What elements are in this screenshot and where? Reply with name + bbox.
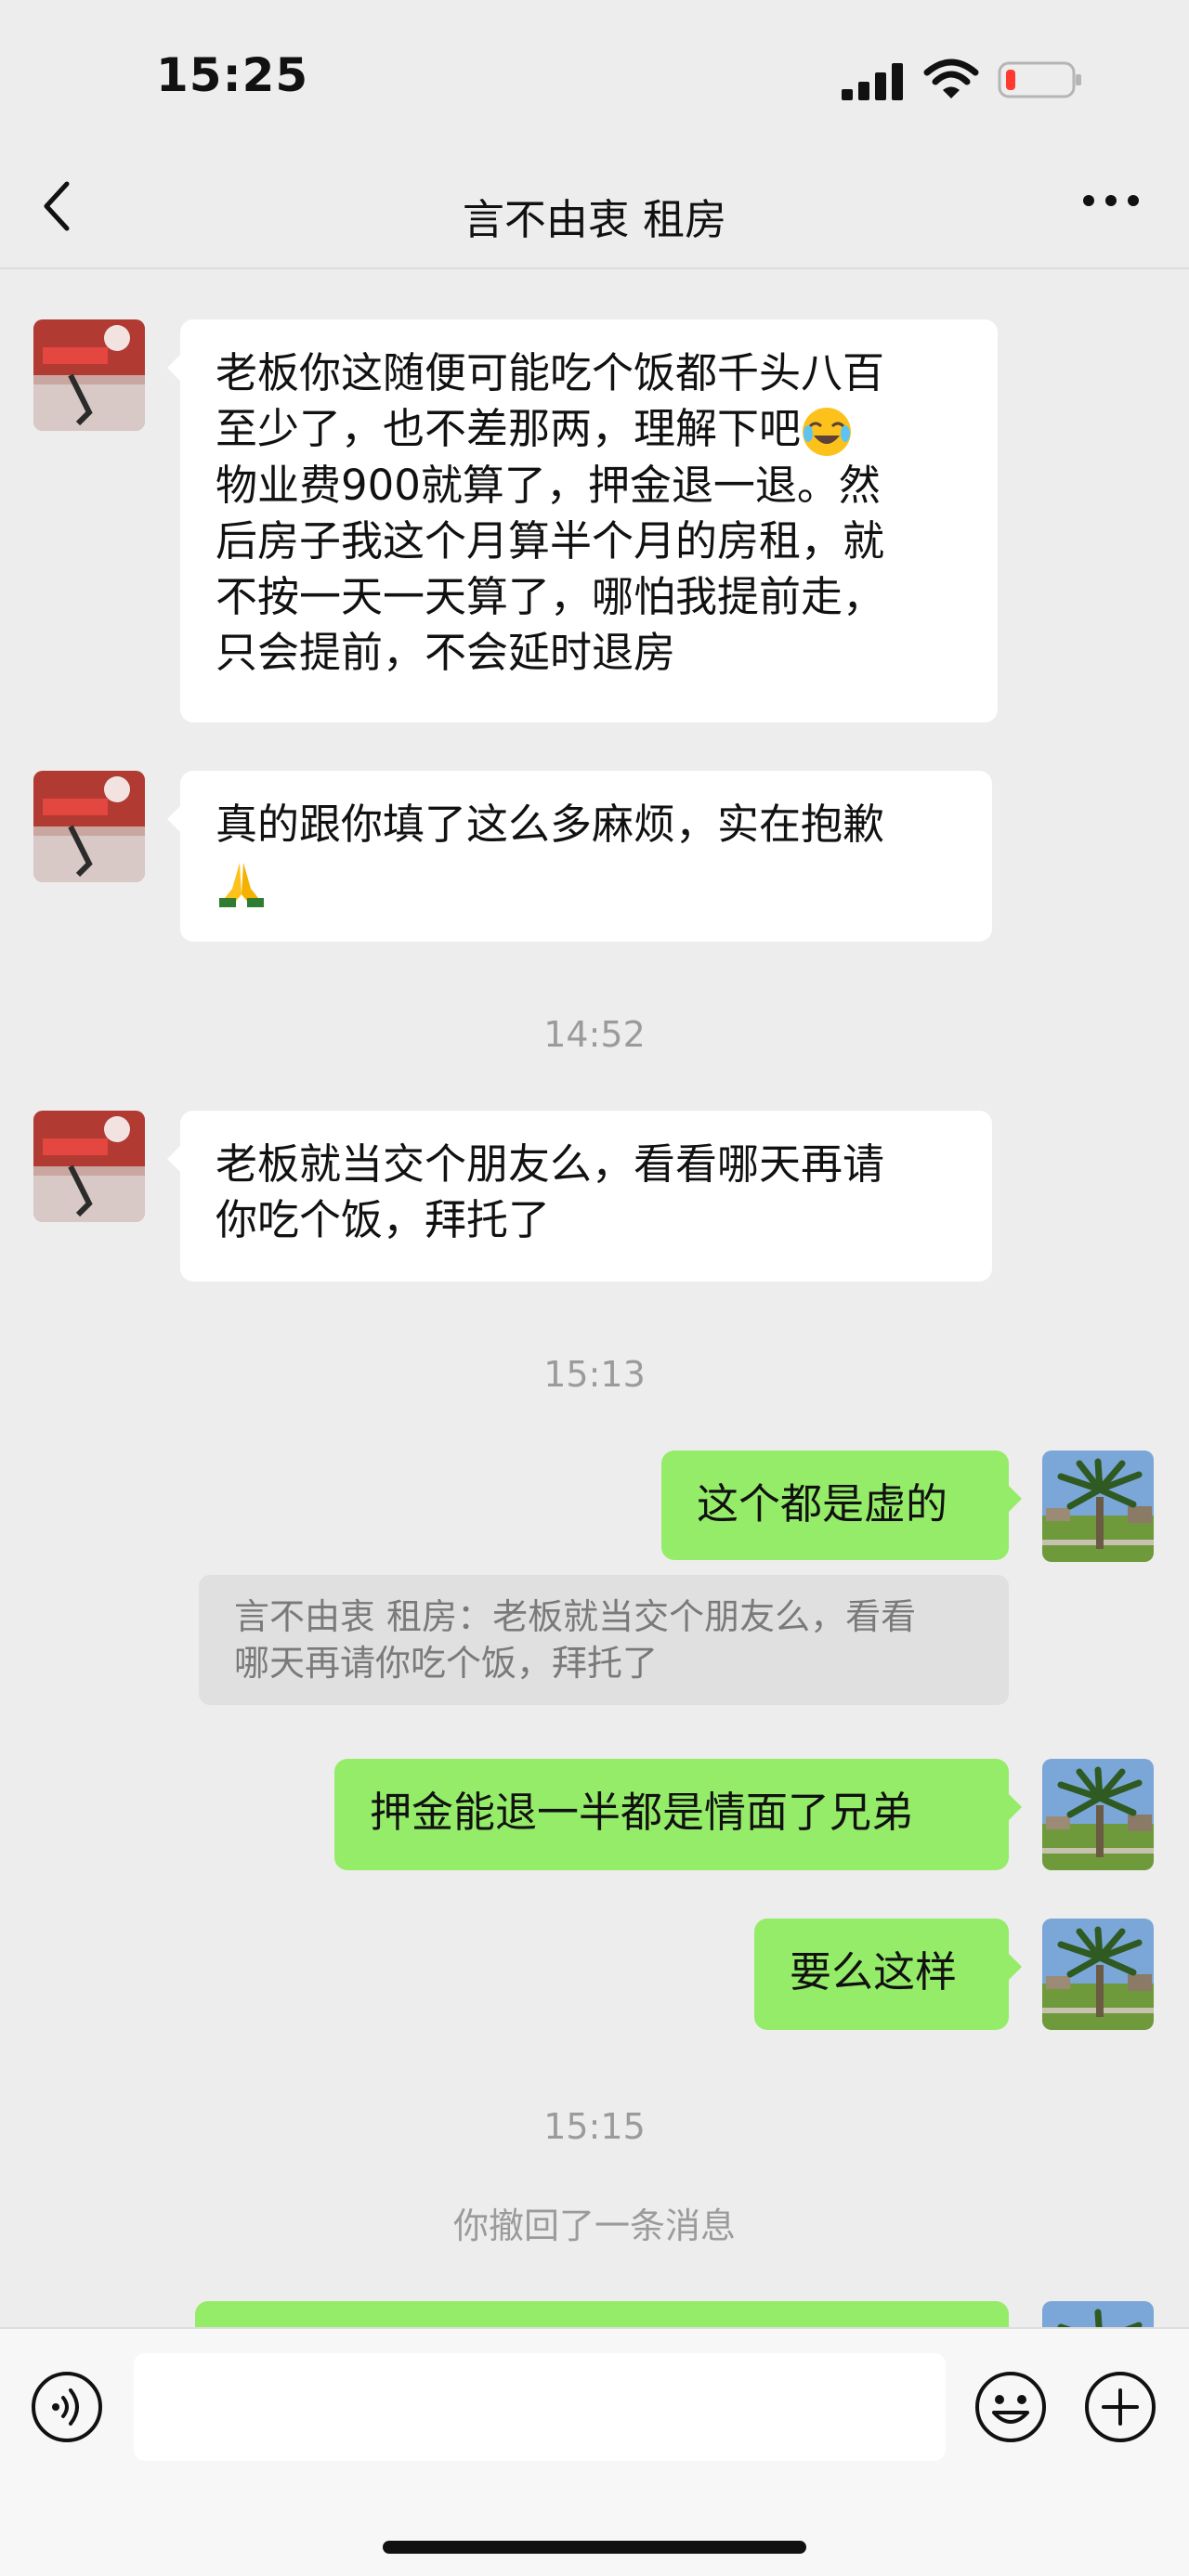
folded-hands-emoji <box>219 863 264 907</box>
timestamp: 15:13 <box>543 1354 646 1395</box>
signal-icon <box>842 63 903 100</box>
status-time: 15:25 <box>156 48 309 102</box>
smiley-icon[interactable] <box>973 2370 1048 2444</box>
chat-title: 言不由衷 租房 <box>462 195 727 244</box>
message-bubble-incoming[interactable]: 真的跟你填了这么多麻烦，实在抱歉 <box>167 771 992 942</box>
home-indicator[interactable] <box>383 2541 806 2554</box>
crying-laughing-emoji <box>803 408 852 456</box>
message-line: 后房子我这个月算半个月的房租，就 <box>216 516 885 566</box>
message-bubble-incoming[interactable]: 老板你这随便可能吃个饭都千头八百 至少了，也不差那两，理解下吧 物业费900就算… <box>167 319 998 722</box>
status-bar: 15:25 <box>0 0 1189 158</box>
input-bar <box>0 2327 1189 2576</box>
contact-avatar[interactable] <box>33 319 145 431</box>
message-text: 要么这样 <box>790 1947 958 1997</box>
message-line: 至少了，也不差那两，理解下吧 <box>216 404 802 453</box>
quoted-message[interactable]: 言不由衷 租房：老板就当交个朋友么，看看 哪天再请你吃个饭，拜托了 <box>199 1575 1009 1705</box>
message-bubble-outgoing[interactable]: 这个都是虚的 <box>661 1451 1022 1560</box>
message-text: 押金能退一半都是情面了兄弟 <box>370 1788 914 1837</box>
message-line: 不按一天一天算了，哪怕我提前走， <box>216 572 885 621</box>
wifi-icon <box>923 59 979 98</box>
message-bubble-outgoing[interactable]: 押金能退一半都是情面了兄弟 <box>334 1759 1022 1870</box>
my-avatar[interactable] <box>1042 1919 1154 2030</box>
plus-icon[interactable] <box>1083 2370 1157 2444</box>
my-avatar[interactable] <box>1042 1451 1154 1562</box>
message-line: 只会提前，不会延时退房 <box>216 628 676 677</box>
battery-icon <box>998 61 1081 98</box>
quote-line: 言不由衷 租房：老板就当交个朋友么，看看 <box>234 1596 917 1637</box>
message-bubble-outgoing[interactable]: 要么这样 <box>754 1919 1022 2030</box>
message-line: 真的跟你填了这么多麻烦，实在抱歉 <box>216 800 885 849</box>
message-line: 老板就当交个朋友么，看看哪天再请 <box>216 1139 885 1189</box>
timestamp: 14:52 <box>543 1014 646 1055</box>
contact-avatar[interactable] <box>33 1111 145 1222</box>
chat-header: 言不由衷 租房 <box>0 158 1189 269</box>
message-line: 老板你这随便可能吃个饭都千头八百 <box>216 348 885 397</box>
message-bubble-incoming[interactable]: 老板就当交个朋友么，看看哪天再请 你吃个饭，拜托了 <box>167 1111 992 1281</box>
timestamp: 15:15 <box>543 2106 646 2147</box>
message-input[interactable] <box>134 2353 946 2461</box>
more-dots-icon[interactable] <box>1081 191 1141 210</box>
my-avatar[interactable] <box>1042 1759 1154 1870</box>
message-line: 你吃个饭，拜托了 <box>216 1195 551 1244</box>
recall-notice: 你撤回了一条消息 <box>452 2205 736 2246</box>
quote-line: 哪天再请你吃个饭，拜托了 <box>234 1643 659 1684</box>
voice-icon[interactable] <box>30 2370 104 2444</box>
contact-avatar[interactable] <box>33 771 145 882</box>
message-line: 物业费900就算了，押金退一退。然 <box>216 461 881 510</box>
message-text: 这个都是虚的 <box>697 1479 948 1529</box>
